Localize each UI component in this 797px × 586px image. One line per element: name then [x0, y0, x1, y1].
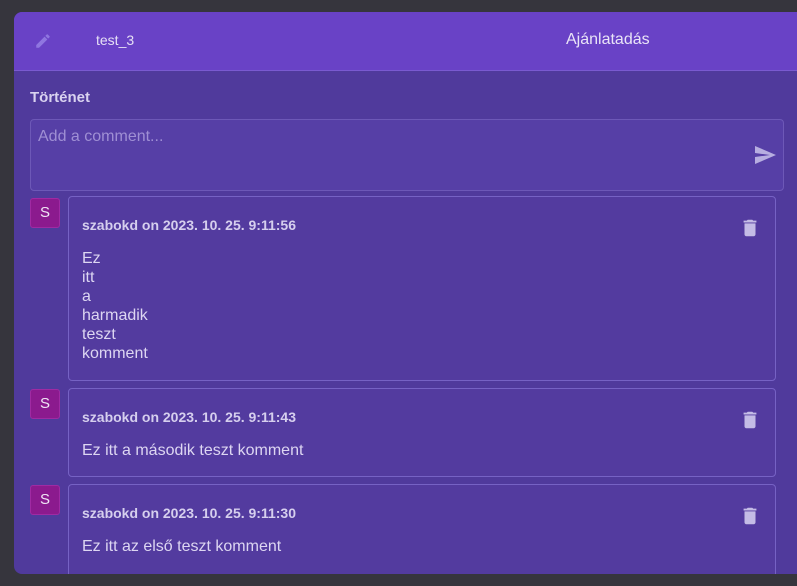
panel-header: test_3 Ajánlatadás — [14, 12, 797, 71]
comment-meta: szabokd on 2023. 10. 25. 9:11:30 — [82, 505, 297, 521]
comment-card: szabokd on 2023. 10. 25. 9:11:30 Ez itt … — [68, 484, 776, 574]
avatar: S — [30, 198, 60, 228]
comment-body: Ez itt a második teszt komment — [82, 442, 304, 459]
window-top-strip — [0, 0, 797, 12]
record-name: test_3 — [96, 32, 135, 48]
history-section-title: Történet — [30, 89, 90, 106]
trash-icon[interactable] — [739, 505, 761, 527]
avatar: S — [30, 389, 60, 419]
record-panel: test_3 Ajánlatadás Történet S szabokd on… — [14, 12, 797, 574]
comment-card: szabokd on 2023. 10. 25. 9:11:56 Ez itt … — [68, 196, 776, 381]
comment-meta: szabokd on 2023. 10. 25. 9:11:43 — [82, 409, 297, 425]
trash-icon[interactable] — [739, 217, 761, 239]
avatar: S — [30, 485, 60, 515]
pencil-icon[interactable] — [34, 32, 52, 50]
comment-box — [30, 119, 784, 191]
comment-body: Ez itt a harmadik teszt komment — [82, 250, 148, 362]
comment-body: Ez itt az első teszt komment — [82, 538, 282, 555]
comment-input[interactable] — [36, 126, 740, 186]
comment-meta: szabokd on 2023. 10. 25. 9:11:56 — [82, 217, 297, 233]
comment-card: szabokd on 2023. 10. 25. 9:11:43 Ez itt … — [68, 388, 776, 477]
send-icon[interactable] — [753, 143, 777, 167]
status-title: Ajánlatadás — [566, 31, 650, 48]
trash-icon[interactable] — [739, 409, 761, 431]
